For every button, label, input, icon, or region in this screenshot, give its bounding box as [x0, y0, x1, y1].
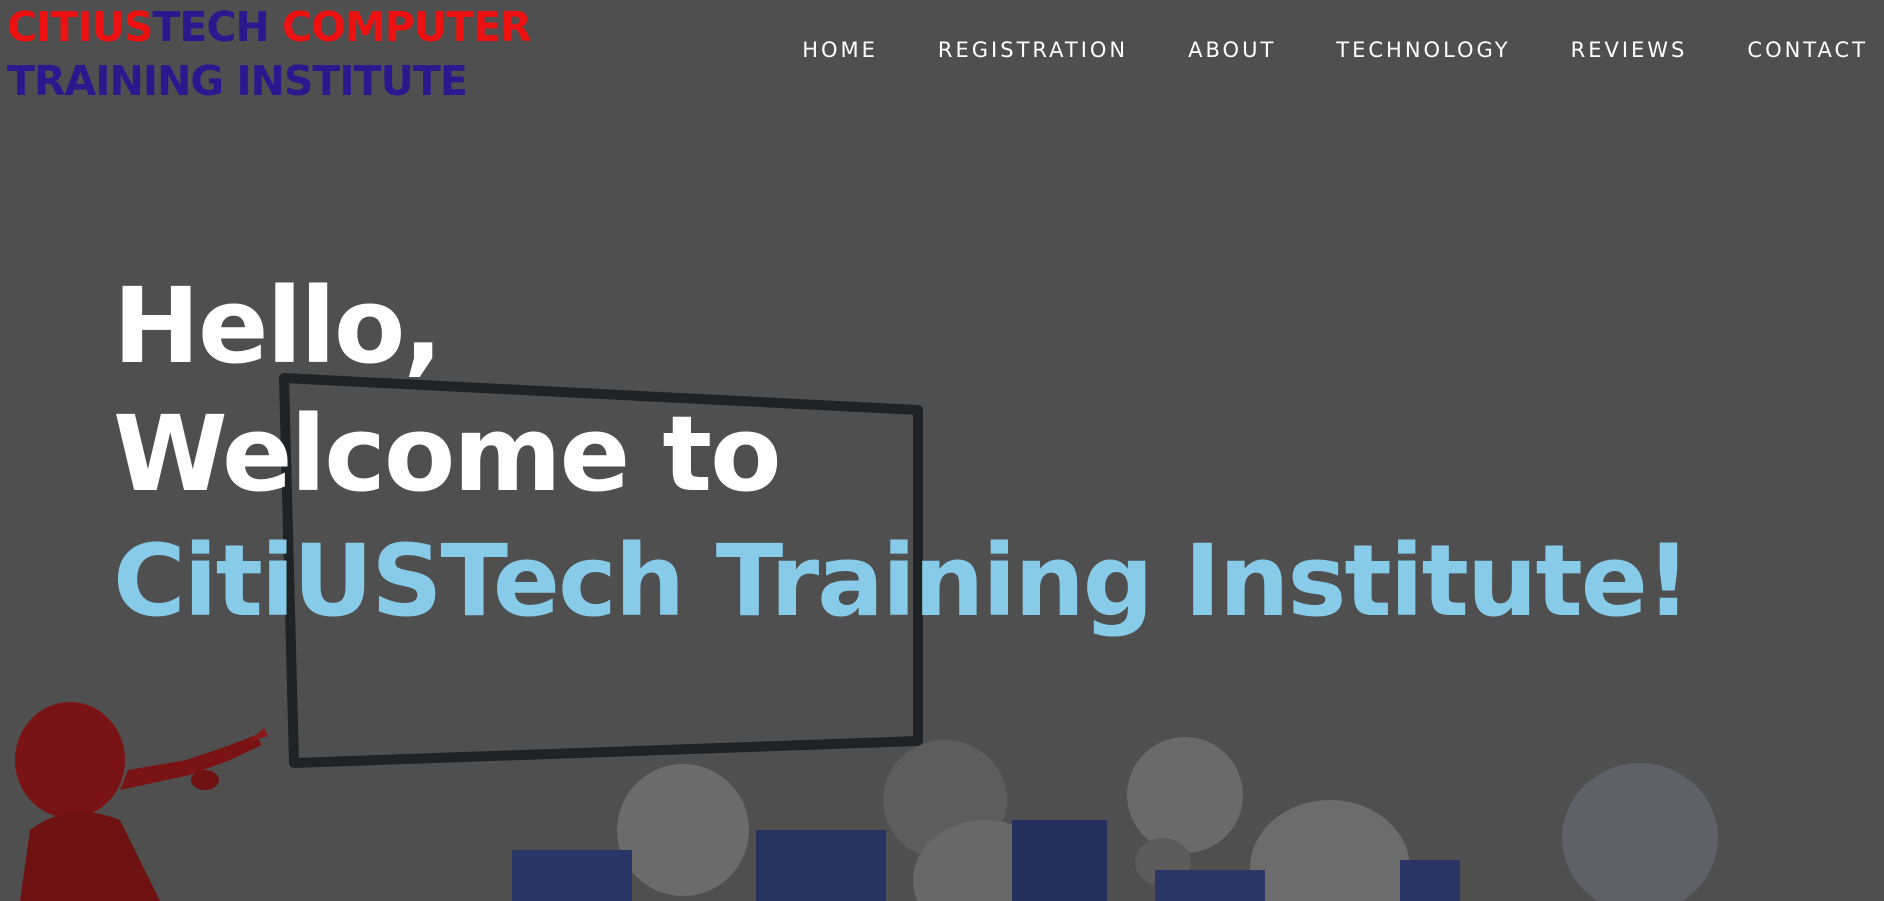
- nav-reviews[interactable]: REVIEWS: [1571, 34, 1688, 66]
- logo-citius: CITIUS: [7, 3, 153, 51]
- hero-line-welcome: Welcome to: [113, 393, 782, 515]
- nav-about[interactable]: ABOUT: [1188, 34, 1276, 66]
- logo-computer: COMPUTER: [268, 3, 532, 51]
- logo-tech: TECH: [152, 3, 269, 51]
- hero-heading: Hello, Welcome to CitiUSTech Training In…: [113, 262, 1691, 646]
- presenter-figure: [15, 702, 268, 901]
- nav-registration[interactable]: REGISTRATION: [938, 34, 1128, 66]
- nav-technology[interactable]: TECHNOLOGY: [1336, 34, 1510, 66]
- logo-line-1: CITIUSTECH COMPUTER: [7, 0, 532, 54]
- main-nav: HOME REGISTRATION ABOUT TECHNOLOGY REVIE…: [802, 34, 1868, 66]
- site-logo[interactable]: CITIUSTECH COMPUTER TRAINING INSTITUTE: [7, 0, 532, 108]
- page: CITIUSTECH COMPUTER TRAINING INSTITUTE H…: [0, 0, 1884, 901]
- hero-line-institute: CitiUSTech Training Institute!: [113, 524, 1691, 639]
- logo-line-2: TRAINING INSTITUTE: [7, 57, 468, 105]
- nav-home[interactable]: HOME: [802, 34, 878, 66]
- nav-contact[interactable]: CONTACT: [1747, 34, 1868, 66]
- hero-line-hello: Hello,: [113, 265, 443, 387]
